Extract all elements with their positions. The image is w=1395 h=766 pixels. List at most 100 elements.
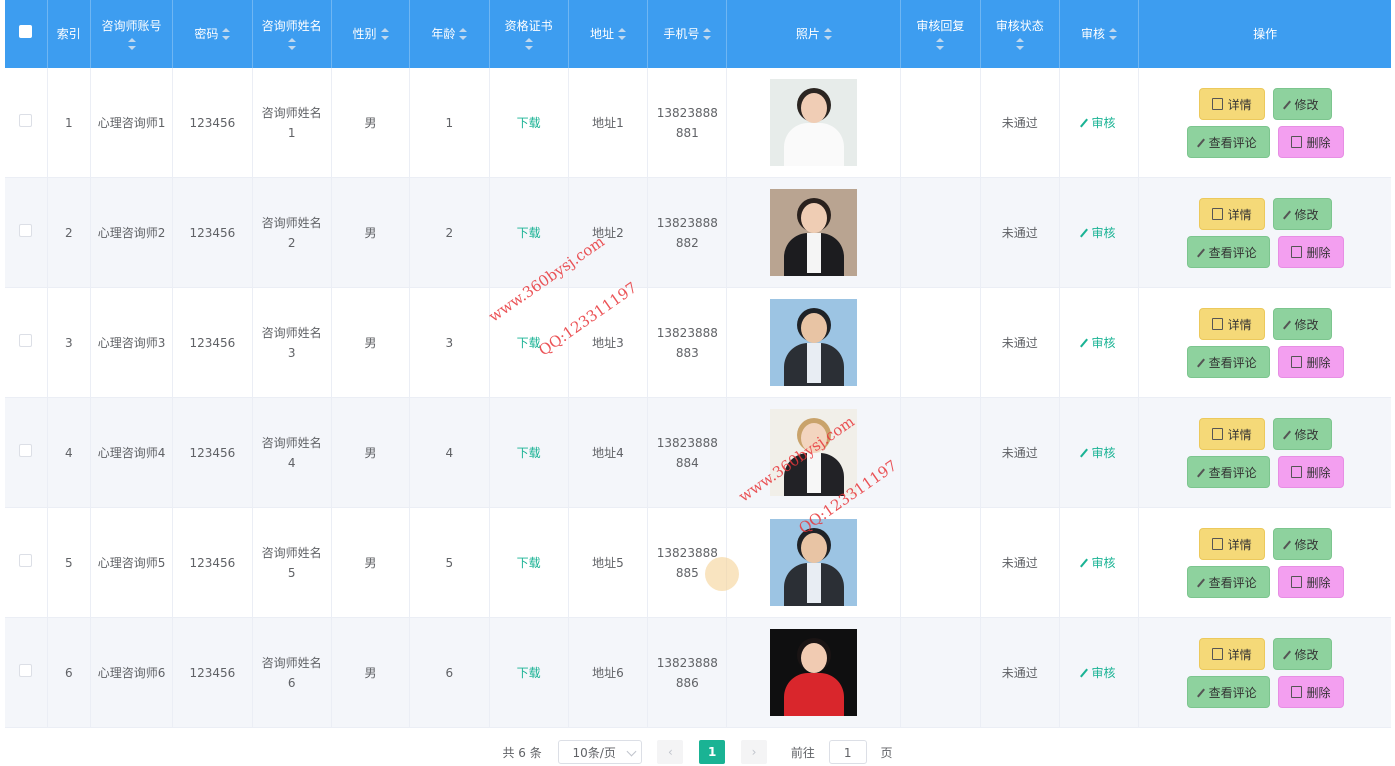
delete-button[interactable]: 删除 bbox=[1277, 235, 1344, 268]
download-link[interactable]: 下载 bbox=[517, 666, 541, 680]
row-checkbox[interactable] bbox=[5, 287, 48, 398]
view-comments-button[interactable]: 查看评论 bbox=[1186, 125, 1270, 158]
cell-age: 2 bbox=[409, 177, 490, 288]
edit-button[interactable]: 修改 bbox=[1272, 417, 1332, 450]
sort-icon[interactable] bbox=[524, 38, 533, 50]
table-row: 4 心理咨询师4 123456 咨询师姓名4 男 4 下载 地址4 138238… bbox=[5, 397, 1391, 508]
cell-account: 心理咨询师5 bbox=[90, 507, 174, 618]
audit-link[interactable]: 审核 bbox=[1079, 556, 1116, 570]
counselor-photo[interactable] bbox=[770, 79, 858, 166]
sort-icon[interactable] bbox=[823, 28, 832, 40]
delete-button[interactable]: 删除 bbox=[1277, 125, 1344, 158]
detail-button[interactable]: 详情 bbox=[1198, 307, 1265, 340]
view-comments-button[interactable]: 查看评论 bbox=[1186, 235, 1270, 268]
sort-icon[interactable] bbox=[618, 28, 626, 40]
audit-link[interactable]: 审核 bbox=[1079, 226, 1116, 240]
col-address[interactable]: 地址 bbox=[568, 0, 649, 68]
detail-button[interactable]: 详情 bbox=[1198, 87, 1265, 120]
cell-actions: 详情 修改 查看评论 删除 bbox=[1138, 287, 1391, 398]
prev-page-button[interactable]: ‹ bbox=[657, 740, 684, 764]
counselor-photo[interactable] bbox=[770, 299, 858, 386]
row-checkbox[interactable] bbox=[5, 68, 48, 178]
col-age[interactable]: 年龄 bbox=[409, 0, 490, 68]
cell-audit: 审核 bbox=[1059, 507, 1140, 618]
col-status[interactable]: 审核状态 bbox=[980, 0, 1060, 68]
col-phone[interactable]: 手机号 bbox=[647, 0, 728, 68]
sort-icon[interactable] bbox=[287, 38, 296, 50]
edit-button[interactable]: 修改 bbox=[1272, 87, 1332, 120]
cell-name: 咨询师姓名2 bbox=[252, 177, 332, 288]
view-comments-button[interactable]: 查看评论 bbox=[1186, 345, 1270, 378]
delete-button[interactable]: 删除 bbox=[1277, 455, 1344, 488]
col-audit[interactable]: 审核 bbox=[1059, 0, 1140, 68]
next-page-button[interactable]: › bbox=[741, 740, 768, 764]
sort-icon[interactable] bbox=[703, 28, 712, 40]
delete-button[interactable]: 删除 bbox=[1277, 675, 1344, 708]
download-link[interactable]: 下载 bbox=[517, 226, 541, 240]
cell-address: 地址5 bbox=[568, 507, 649, 618]
delete-button[interactable]: 删除 bbox=[1277, 565, 1344, 598]
document-icon bbox=[1211, 207, 1223, 220]
col-photo[interactable]: 照片 bbox=[726, 0, 902, 68]
goto-page-input[interactable]: 1 bbox=[828, 740, 867, 764]
cell-actions: 详情 修改 查看评论 删除 bbox=[1138, 68, 1391, 178]
row-checkbox[interactable] bbox=[5, 177, 48, 288]
sort-icon[interactable] bbox=[127, 38, 136, 50]
col-gender[interactable]: 性别 bbox=[331, 0, 411, 68]
edit-icon bbox=[1196, 358, 1205, 367]
col-name[interactable]: 咨询师姓名 bbox=[252, 0, 332, 68]
counselor-photo[interactable] bbox=[770, 629, 858, 716]
download-link[interactable]: 下载 bbox=[517, 446, 541, 460]
row-checkbox[interactable] bbox=[5, 507, 48, 618]
trash-icon bbox=[1290, 135, 1302, 148]
counselor-photo[interactable] bbox=[770, 519, 858, 606]
download-link[interactable]: 下载 bbox=[517, 116, 541, 130]
sort-icon[interactable] bbox=[1015, 38, 1024, 50]
row-checkbox[interactable] bbox=[5, 397, 48, 508]
cell-account: 心理咨询师4 bbox=[90, 397, 174, 508]
cell-index: 2 bbox=[47, 177, 91, 288]
sort-icon[interactable] bbox=[936, 38, 945, 50]
page-number[interactable]: 1 bbox=[699, 740, 726, 764]
sort-icon[interactable] bbox=[459, 28, 468, 40]
col-password[interactable]: 密码 bbox=[172, 0, 253, 68]
goto-suffix: 页 bbox=[880, 745, 893, 760]
detail-button[interactable]: 详情 bbox=[1198, 197, 1265, 230]
page-size-select[interactable]: 10条/页 bbox=[557, 740, 642, 764]
cell-index: 1 bbox=[47, 68, 91, 178]
detail-button[interactable]: 详情 bbox=[1198, 637, 1265, 670]
col-cert[interactable]: 资格证书 bbox=[489, 0, 569, 68]
sort-icon[interactable] bbox=[222, 28, 231, 40]
delete-button[interactable]: 删除 bbox=[1277, 345, 1344, 378]
download-link[interactable]: 下载 bbox=[517, 556, 541, 570]
cell-password: 123456 bbox=[172, 68, 253, 178]
audit-link[interactable]: 审核 bbox=[1079, 446, 1116, 460]
cell-password: 123456 bbox=[172, 177, 253, 288]
detail-button[interactable]: 详情 bbox=[1198, 527, 1265, 560]
edit-icon bbox=[1196, 688, 1205, 697]
detail-button[interactable]: 详情 bbox=[1198, 417, 1265, 450]
sort-icon[interactable] bbox=[380, 28, 389, 40]
edit-button[interactable]: 修改 bbox=[1272, 637, 1332, 670]
row-checkbox[interactable] bbox=[5, 617, 48, 728]
audit-link[interactable]: 审核 bbox=[1079, 666, 1116, 680]
view-comments-button[interactable]: 查看评论 bbox=[1186, 565, 1270, 598]
edit-button[interactable]: 修改 bbox=[1272, 307, 1332, 340]
cell-account: 心理咨询师1 bbox=[90, 68, 174, 178]
cell-reply bbox=[900, 397, 981, 508]
cell-reply bbox=[900, 287, 981, 398]
col-account[interactable]: 咨询师账号 bbox=[90, 0, 174, 68]
cell-actions: 详情 修改 查看评论 删除 bbox=[1138, 177, 1391, 288]
view-comments-button[interactable]: 查看评论 bbox=[1186, 455, 1270, 488]
sort-icon[interactable] bbox=[1109, 28, 1118, 40]
edit-button[interactable]: 修改 bbox=[1272, 527, 1332, 560]
select-all-checkbox[interactable] bbox=[5, 0, 48, 68]
counselor-photo[interactable] bbox=[770, 189, 858, 276]
col-reply[interactable]: 审核回复 bbox=[900, 0, 981, 68]
cell-photo bbox=[726, 617, 902, 728]
audit-link[interactable]: 审核 bbox=[1079, 336, 1116, 350]
edit-button[interactable]: 修改 bbox=[1272, 197, 1332, 230]
audit-link[interactable]: 审核 bbox=[1079, 116, 1116, 130]
view-comments-button[interactable]: 查看评论 bbox=[1186, 675, 1270, 708]
edit-icon bbox=[1282, 430, 1291, 439]
